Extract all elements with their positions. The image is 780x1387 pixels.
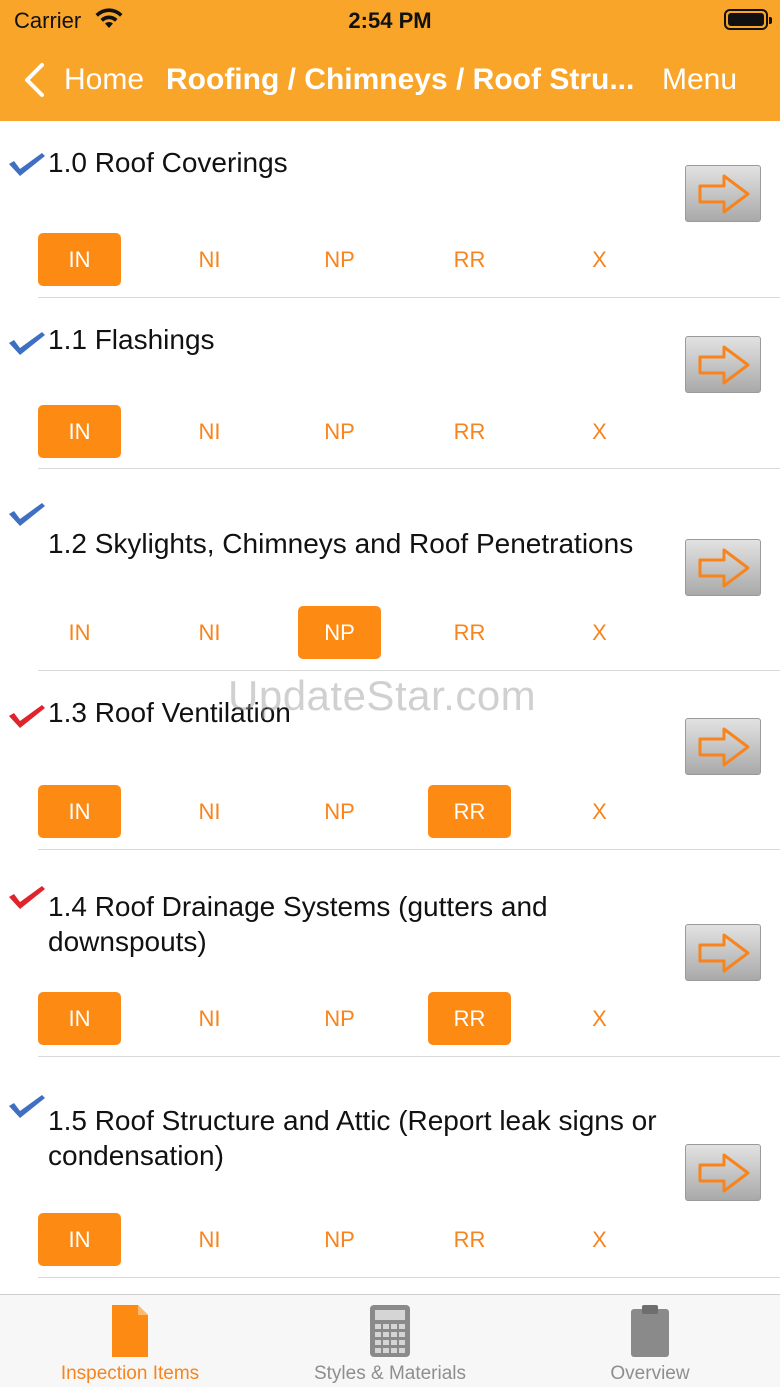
nav-bar: Home Roofing / Chimneys / Roof Stru... M… [0, 48, 780, 112]
rating-np-button[interactable]: NP [298, 785, 381, 838]
item-title: 1.4 Roof Drainage Systems (gutters and d… [48, 891, 548, 957]
rating-np-button[interactable]: NP [298, 606, 381, 659]
checkmark-icon [9, 332, 45, 355]
inspection-item[interactable]: 1.4 Roof Drainage Systems (gutters and d… [0, 850, 780, 1057]
rating-rr-button[interactable]: RR [428, 785, 511, 838]
arrow-right-icon [698, 174, 750, 214]
item-title: 1.2 Skylights, Chimneys and Roof Penetra… [48, 528, 634, 559]
arrow-right-icon [698, 727, 750, 767]
arrow-right-icon [698, 1153, 750, 1193]
rating-in-button[interactable]: IN [38, 606, 121, 659]
inspection-items-list[interactable]: 1.0 Roof Coverings IN NI NP RR X 1.1 Flashings… [0, 121, 780, 1294]
app-header: Carrier 2:54 PM Home Roofing / Chimneys … [0, 0, 780, 121]
menu-button[interactable]: Menu [662, 63, 737, 97]
inspection-item[interactable]: 1.5 Roof Structure and Attic (Report lea… [0, 1057, 780, 1278]
rating-np-button[interactable]: NP [298, 992, 381, 1045]
chevron-left-icon[interactable] [22, 62, 48, 98]
home-back-button[interactable]: Home [64, 63, 144, 97]
item-detail-button[interactable] [685, 924, 761, 981]
rating-rr-button[interactable]: RR [428, 405, 511, 458]
rating-row: IN NI NP RR X [38, 785, 658, 838]
rating-x-button[interactable]: X [558, 233, 641, 286]
tab-styles-materials[interactable]: Styles & Materials [260, 1295, 520, 1387]
arrow-right-icon [698, 548, 750, 588]
tab-inspection-items[interactable]: Inspection Items [0, 1295, 260, 1387]
row-divider [38, 1277, 780, 1278]
rating-x-button[interactable]: X [558, 606, 641, 659]
tab-bar: Inspection Items Styles & Materials Over… [0, 1294, 780, 1387]
rating-row: IN NI NP RR X [38, 405, 658, 458]
rating-np-button[interactable]: NP [298, 405, 381, 458]
rating-row: IN NI NP RR X [38, 233, 658, 286]
calculator-icon [370, 1305, 410, 1357]
rating-np-button[interactable]: NP [298, 233, 381, 286]
tab-label: Styles & Materials [313, 1363, 467, 1384]
rating-in-button[interactable]: IN [38, 1213, 121, 1266]
rating-ni-button[interactable]: NI [168, 606, 251, 659]
status-bar: Carrier 2:54 PM [0, 0, 780, 40]
rating-ni-button[interactable]: NI [168, 405, 251, 458]
clipboard-icon [631, 1305, 669, 1357]
rating-in-button[interactable]: IN [38, 785, 121, 838]
item-detail-button[interactable] [685, 539, 761, 596]
item-detail-button[interactable] [685, 1144, 761, 1201]
arrow-right-icon [698, 345, 750, 385]
item-title: 1.3 Roof Ventilation [48, 697, 291, 728]
item-title: 1.5 Roof Structure and Attic (Report lea… [48, 1105, 657, 1171]
checkmark-icon [9, 503, 45, 526]
rating-row: IN NI NP RR X [38, 992, 658, 1045]
rating-row: IN NI NP RR X [38, 1213, 658, 1266]
rating-row: IN NI NP RR X [38, 606, 658, 659]
rating-in-button[interactable]: IN [38, 405, 121, 458]
battery-icon [724, 9, 772, 30]
item-title: 1.1 Flashings [48, 324, 215, 355]
document-icon [112, 1305, 148, 1357]
item-detail-button[interactable] [685, 336, 761, 393]
rating-rr-button[interactable]: RR [428, 233, 511, 286]
rating-ni-button[interactable]: NI [168, 1213, 251, 1266]
checkmark-icon [9, 886, 45, 909]
rating-ni-button[interactable]: NI [168, 785, 251, 838]
rating-in-button[interactable]: IN [38, 992, 121, 1045]
inspection-item[interactable]: 1.0 Roof Coverings IN NI NP RR X [0, 121, 780, 298]
checkmark-icon [9, 1095, 45, 1118]
inspection-item[interactable]: 1.2 Skylights, Chimneys and Roof Penetra… [0, 469, 780, 671]
arrow-right-icon [698, 933, 750, 973]
tab-overview[interactable]: Overview [520, 1295, 780, 1387]
rating-rr-button[interactable]: RR [428, 1213, 511, 1266]
rating-in-button[interactable]: IN [38, 233, 121, 286]
tab-label: Inspection Items [60, 1363, 200, 1384]
item-detail-button[interactable] [685, 165, 761, 222]
rating-rr-button[interactable]: RR [428, 992, 511, 1045]
rating-x-button[interactable]: X [558, 405, 641, 458]
inspection-item[interactable]: 1.3 Roof Ventilation IN NI NP RR X [0, 671, 780, 850]
rating-x-button[interactable]: X [558, 1213, 641, 1266]
checkmark-icon [9, 705, 45, 728]
rating-ni-button[interactable]: NI [168, 992, 251, 1045]
item-detail-button[interactable] [685, 718, 761, 775]
tab-label: Overview [610, 1363, 690, 1384]
rating-np-button[interactable]: NP [298, 1213, 381, 1266]
rating-x-button[interactable]: X [558, 785, 641, 838]
rating-x-button[interactable]: X [558, 992, 641, 1045]
item-title: 1.0 Roof Coverings [48, 147, 288, 178]
rating-ni-button[interactable]: NI [168, 233, 251, 286]
page-title: Roofing / Chimneys / Roof Stru... [166, 63, 635, 96]
status-time: 2:54 PM [348, 8, 432, 33]
checkmark-icon [9, 153, 45, 176]
rating-rr-button[interactable]: RR [428, 606, 511, 659]
inspection-item[interactable]: 1.1 Flashings IN NI NP RR X [0, 298, 780, 469]
